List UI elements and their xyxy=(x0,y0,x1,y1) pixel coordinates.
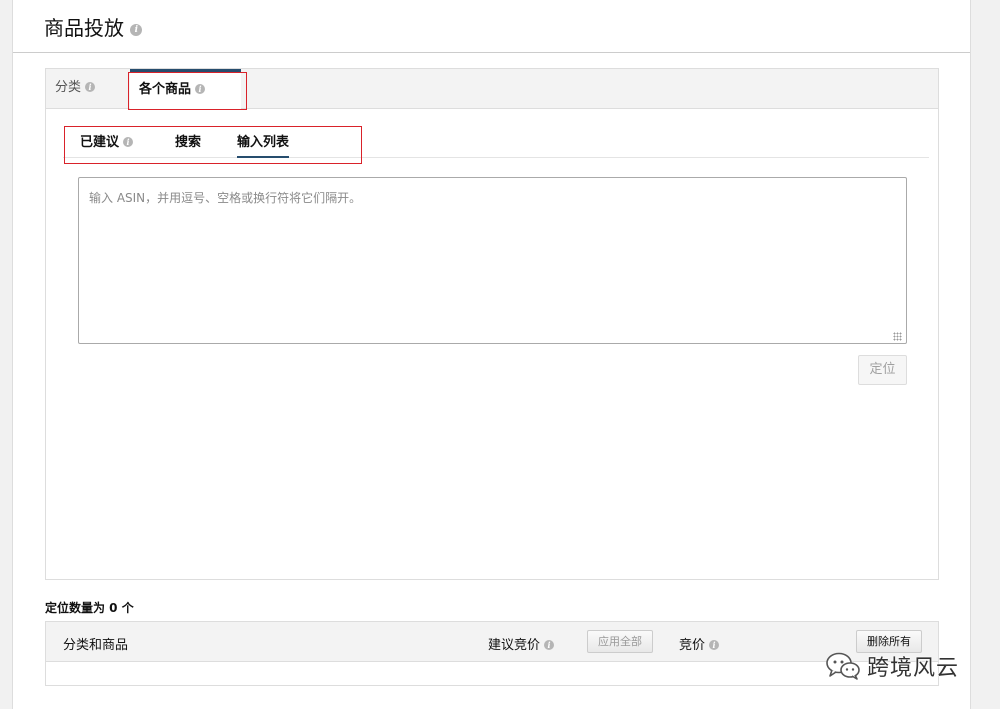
inner-tab-bar: 已建议 i 搜索 输入列表 xyxy=(63,121,929,158)
info-icon[interactable]: i xyxy=(709,639,720,650)
info-icon[interactable]: i xyxy=(195,83,206,94)
table-header: 分类和商品 建议竞价 i 应用全部 竞价 i 删除所有 xyxy=(46,622,938,662)
tab-categories-label: 分类 xyxy=(55,80,82,95)
tab-suggested[interactable]: 已建议 i xyxy=(80,131,134,158)
info-icon[interactable]: i xyxy=(123,136,134,147)
apply-all-button[interactable]: 应用全部 xyxy=(587,630,653,653)
info-icon[interactable]: i xyxy=(130,23,143,36)
tab-individual-products[interactable]: 各个商品 i xyxy=(130,69,241,110)
suggested-bid-label: 建议竞价 xyxy=(488,638,541,653)
tab-suggested-label: 已建议 xyxy=(80,135,120,150)
watermark-text: 跨境风云 xyxy=(867,656,960,681)
page-title-text: 商品投放 xyxy=(44,16,124,40)
tab-enter-list[interactable]: 输入列表 xyxy=(237,131,290,158)
info-icon[interactable]: i xyxy=(544,639,555,650)
sponsored-products-panel: 商品投放 i 分类i 各个商品i 已建议i 搜索 输入列表 定位 xyxy=(12,0,971,709)
info-icon[interactable]: i xyxy=(85,81,96,92)
watermark: 跨境风云 xyxy=(825,650,975,682)
tab-individual-products-label: 各个商品 xyxy=(139,82,192,97)
page-title: 商品投放 i xyxy=(44,12,143,41)
tab-enter-list-label: 输入列表 xyxy=(237,135,290,150)
column-header-bid: 竞价 i xyxy=(679,634,720,653)
target-button[interactable]: 定位 xyxy=(858,355,907,385)
tab-categories[interactable]: 分类 i xyxy=(55,69,96,109)
targets-table: 分类和商品 建议竞价 i 应用全部 竞价 i 删除所有 xyxy=(45,621,939,686)
resize-handle[interactable] xyxy=(893,332,902,341)
bid-label: 竞价 xyxy=(679,638,706,653)
page-header: 商品投放 i xyxy=(13,0,970,53)
product-targeting-box: 分类i 各个商品i 已建议i 搜索 输入列表 定位 xyxy=(45,68,939,580)
column-header-category-product: 分类和商品 xyxy=(63,638,129,653)
asin-input[interactable] xyxy=(78,177,907,344)
wechat-icon xyxy=(826,652,860,680)
target-count: 定位数量为 0 个 xyxy=(45,601,134,615)
tab-search-label: 搜索 xyxy=(175,135,202,150)
outer-tab-bar: 分类 i 各个商品 i xyxy=(46,69,938,110)
tab-search[interactable]: 搜索 xyxy=(175,131,201,158)
column-header-suggested-bid: 建议竞价 i xyxy=(488,634,555,653)
